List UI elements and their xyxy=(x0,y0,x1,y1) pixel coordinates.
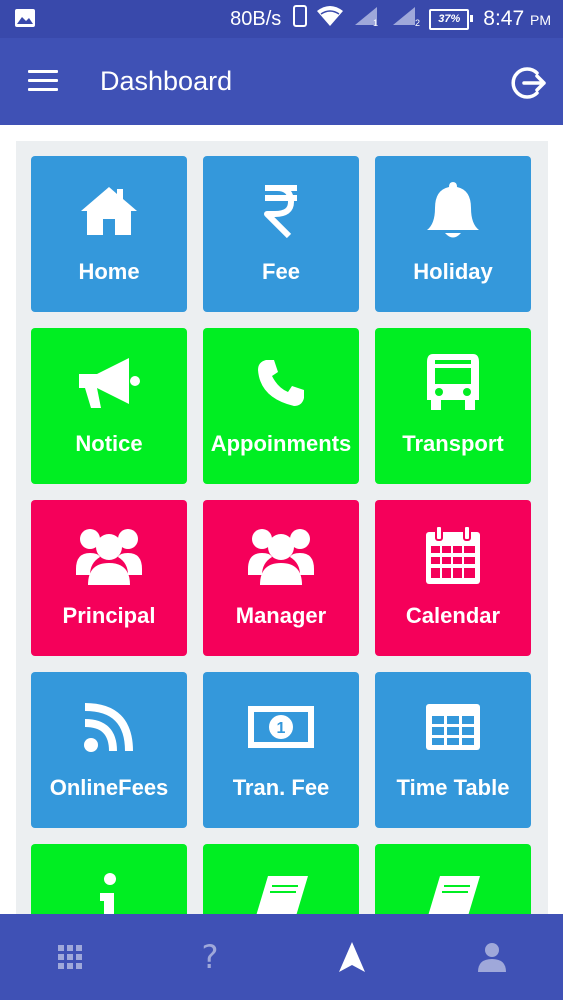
money-icon: 1 xyxy=(203,694,359,760)
tile-label: Principal xyxy=(62,603,156,628)
svg-text:2: 2 xyxy=(415,18,420,27)
bell-icon xyxy=(375,178,531,244)
tile-label: Fee xyxy=(262,259,300,284)
tile-appoinments[interactable]: Appoinments xyxy=(203,328,359,484)
page-title: Dashboard xyxy=(100,66,233,96)
home-icon xyxy=(31,178,187,244)
tile-label: Holiday xyxy=(413,259,493,284)
phone-icon-status xyxy=(293,5,308,33)
info-icon xyxy=(31,866,187,914)
bottom-navigation: ? xyxy=(0,914,563,1000)
nav-navigation-button[interactable] xyxy=(322,914,382,1000)
rupee-icon xyxy=(203,178,359,244)
megaphone-icon xyxy=(31,350,187,416)
tile-home[interactable]: Home xyxy=(31,156,187,312)
wifi-icon xyxy=(315,5,345,33)
book-icon xyxy=(203,866,359,914)
tile-label: Transport xyxy=(402,431,504,456)
tile-tran-fee[interactable]: 1 Tran. Fee xyxy=(203,672,359,828)
tile-label: Appoinments xyxy=(210,431,352,456)
tile-label: Manager xyxy=(235,603,327,628)
navigation-icon xyxy=(339,942,365,972)
tile-fee[interactable]: Fee xyxy=(203,156,359,312)
tile-info[interactable] xyxy=(31,844,187,914)
signal-icon-1: 1 xyxy=(353,5,383,33)
tile-transport[interactable]: Transport xyxy=(375,328,531,484)
tile-notice[interactable]: Notice xyxy=(31,328,187,484)
tile-label: Time Table xyxy=(396,775,510,800)
tile-time-table[interactable]: Time Table xyxy=(375,672,531,828)
tile-book-1[interactable] xyxy=(203,844,359,914)
table-icon xyxy=(375,694,531,760)
tile-label: Home xyxy=(78,259,140,284)
app-bar: Dashboard xyxy=(0,38,563,125)
rss-icon xyxy=(31,694,187,760)
tile-label: OnlineFees xyxy=(49,775,169,800)
dashboard-content: Home Fee Holiday Notice Appoinments Tran… xyxy=(16,141,548,914)
signal-icon-2: 2 xyxy=(391,5,421,33)
book-icon xyxy=(375,866,531,914)
grid-icon xyxy=(58,945,82,969)
tile-label: Notice xyxy=(75,431,143,456)
help-icon: ? xyxy=(201,938,219,976)
tile-label: Calendar xyxy=(405,603,501,628)
tile-label: Tran. Fee xyxy=(232,775,330,800)
clock: 8:47 PM xyxy=(483,7,551,30)
logout-icon[interactable] xyxy=(509,64,547,102)
nav-grid-button[interactable] xyxy=(40,914,100,1000)
tile-holiday[interactable]: Holiday xyxy=(375,156,531,312)
users-icon xyxy=(203,522,359,588)
tile-onlinefees[interactable]: OnlineFees xyxy=(31,672,187,828)
nav-help-button[interactable]: ? xyxy=(180,914,240,1000)
tile-calendar[interactable]: Calendar xyxy=(375,500,531,656)
network-speed: 80B/s xyxy=(230,7,282,30)
bus-icon xyxy=(375,350,531,416)
dashboard-grid: Home Fee Holiday Notice Appoinments Tran… xyxy=(31,156,531,914)
person-icon xyxy=(478,943,506,972)
status-bar: 80B/s 1 2 37% 8:47 PM xyxy=(0,0,563,38)
tile-principal[interactable]: Principal xyxy=(31,500,187,656)
phone-icon xyxy=(203,350,359,416)
svg-text:1: 1 xyxy=(277,720,286,737)
svg-text:1: 1 xyxy=(373,18,378,27)
tile-book-2[interactable] xyxy=(375,844,531,914)
image-notification-icon xyxy=(14,8,36,33)
menu-icon[interactable] xyxy=(28,70,58,92)
nav-profile-button[interactable] xyxy=(462,914,522,1000)
battery-icon: 37% xyxy=(429,8,474,30)
calendar-icon xyxy=(375,522,531,588)
tile-manager[interactable]: Manager xyxy=(203,500,359,656)
users-icon xyxy=(31,522,187,588)
